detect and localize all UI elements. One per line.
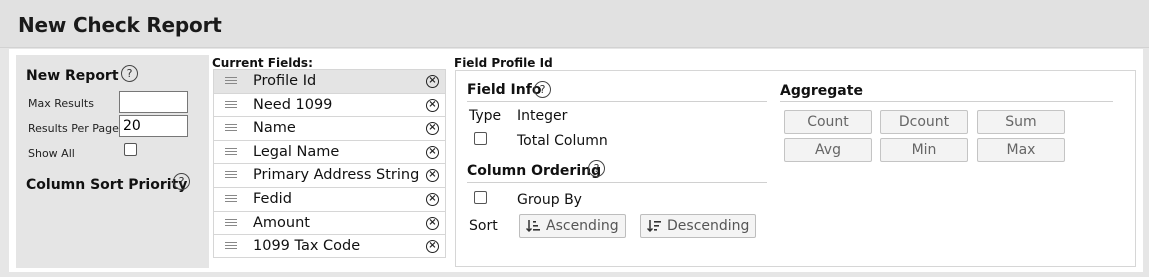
sort-ascending-button[interactable]: Ascending: [519, 214, 626, 238]
field-name: Legal Name: [253, 143, 340, 160]
new-report-help-icon[interactable]: ?: [121, 65, 138, 82]
field-info-help-icon[interactable]: ?: [534, 81, 551, 98]
column-ordering-divider: [467, 182, 767, 183]
drag-handle-icon[interactable]: [225, 171, 237, 181]
column-sort-priority-heading: Column Sort Priority: [26, 177, 188, 193]
aggregate-max-button[interactable]: Max: [977, 138, 1065, 162]
column-ordering-heading: Column Ordering: [467, 163, 602, 179]
sort-priority-help-icon[interactable]: ?: [173, 173, 190, 190]
field-row[interactable]: 1099 Tax Code ×: [213, 234, 446, 258]
remove-field-icon[interactable]: ×: [426, 75, 439, 88]
field-name: Primary Address String: [253, 167, 420, 184]
aggregate-min-button[interactable]: Min: [880, 138, 968, 162]
results-per-page-label: Results Per Page: [28, 122, 119, 135]
sort-descending-icon: [647, 220, 661, 233]
aggregate-count-button[interactable]: Count: [784, 110, 872, 134]
drag-handle-icon[interactable]: [225, 124, 237, 134]
sort-label: Sort: [469, 218, 498, 234]
show-all-checkbox[interactable]: [124, 143, 137, 156]
drag-handle-icon[interactable]: [225, 242, 237, 252]
new-report-heading: New Report: [26, 68, 119, 84]
sort-descending-button[interactable]: Descending: [640, 214, 757, 238]
results-per-page-input[interactable]: [119, 115, 188, 137]
field-row[interactable]: Need 1099 ×: [213, 92, 446, 117]
aggregate-avg-button[interactable]: Avg: [784, 138, 872, 162]
drag-handle-icon[interactable]: [225, 194, 237, 204]
field-name: 1099 Tax Code: [253, 238, 361, 255]
aggregate-divider: [780, 101, 1113, 102]
field-profile-title: Field Profile Id: [454, 56, 553, 70]
remove-field-icon[interactable]: ×: [426, 145, 439, 159]
group-by-checkbox[interactable]: [474, 191, 487, 204]
page-title: New Check Report: [18, 13, 222, 37]
max-results-label: Max Results: [28, 97, 94, 110]
field-name: Fedid: [253, 190, 292, 207]
field-info-divider: [467, 101, 767, 102]
remove-field-icon[interactable]: ×: [426, 98, 439, 112]
aggregate-dcount-button[interactable]: Dcount: [880, 110, 968, 134]
field-row[interactable]: Amount ×: [213, 210, 446, 235]
field-name: Profile Id: [253, 73, 317, 89]
drag-handle-icon[interactable]: [225, 218, 237, 228]
report-editor: New Report ? Max Results Results Per Pag…: [9, 49, 1143, 272]
total-column-checkbox[interactable]: [474, 132, 487, 145]
field-row[interactable]: Profile Id ×: [213, 69, 446, 93]
ascending-label: Ascending: [546, 218, 619, 234]
current-fields-list: Profile Id × Need 1099 × Name × Legal Name ×…: [213, 69, 446, 258]
field-row[interactable]: Legal Name ×: [213, 139, 446, 164]
drag-handle-icon[interactable]: [225, 77, 237, 86]
title-bar: New Check Report: [0, 0, 1149, 48]
sort-ascending-icon: [526, 220, 540, 233]
field-profile-panel: Field Info ? Type Integer Total Column C…: [455, 70, 1136, 267]
field-row[interactable]: Name ×: [213, 116, 446, 140]
remove-field-icon[interactable]: ×: [426, 216, 439, 230]
type-label: Type: [469, 108, 502, 124]
field-name: Name: [253, 120, 296, 137]
column-ordering-help-icon[interactable]: ?: [588, 160, 605, 177]
field-row[interactable]: Fedid ×: [213, 186, 446, 211]
type-value: Integer: [517, 108, 568, 124]
show-all-label: Show All: [28, 147, 75, 160]
remove-field-icon[interactable]: ×: [426, 122, 439, 136]
aggregate-sum-button[interactable]: Sum: [977, 110, 1065, 134]
report-settings-panel: New Report ? Max Results Results Per Pag…: [16, 55, 209, 268]
drag-handle-icon[interactable]: [225, 100, 237, 110]
field-name: Amount: [253, 214, 310, 231]
remove-field-icon[interactable]: ×: [426, 240, 439, 254]
total-column-label: Total Column: [517, 133, 608, 149]
field-row[interactable]: Primary Address String ×: [213, 163, 446, 187]
group-by-label: Group By: [517, 192, 582, 208]
remove-field-icon[interactable]: ×: [426, 192, 439, 206]
max-results-input[interactable]: [119, 91, 188, 113]
field-info-heading: Field Info: [467, 82, 542, 98]
drag-handle-icon[interactable]: [225, 147, 237, 157]
remove-field-icon[interactable]: ×: [426, 169, 439, 183]
field-name: Need 1099: [253, 96, 333, 113]
descending-label: Descending: [667, 218, 750, 234]
current-fields-title: Current Fields:: [212, 56, 313, 70]
aggregate-heading: Aggregate: [780, 83, 863, 99]
